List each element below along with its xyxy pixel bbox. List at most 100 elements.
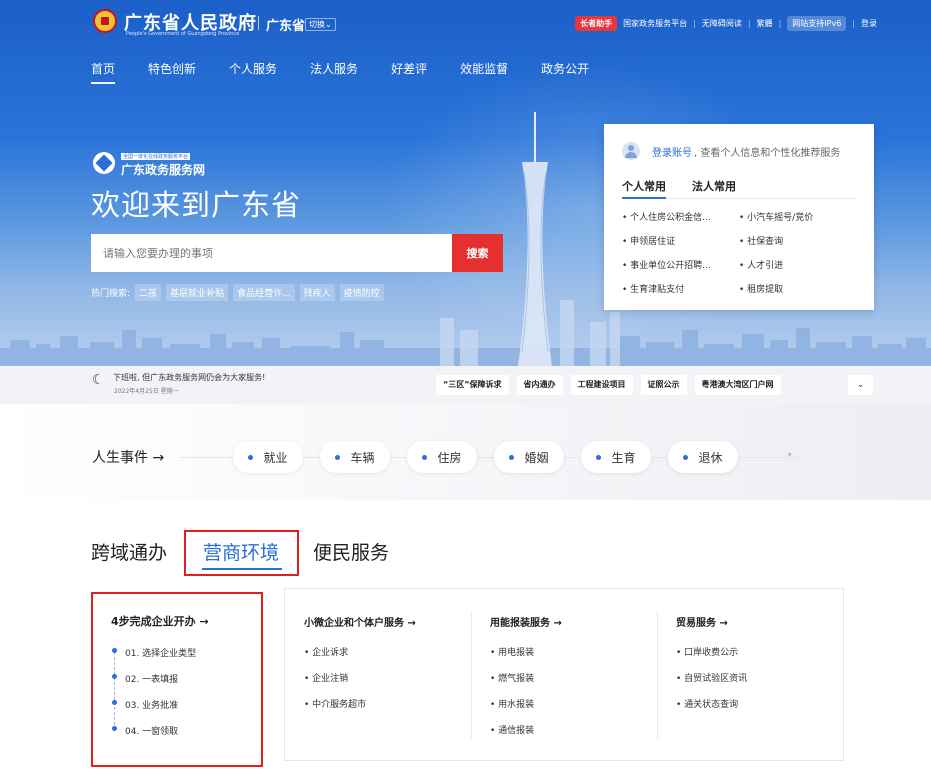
life-event-pill[interactable]: 婚姻 (494, 441, 564, 473)
life-event-label: 车辆 (350, 450, 375, 465)
service-list: 企业诉求 企业注销 中介服务超市 (304, 645, 366, 723)
common-service-link[interactable]: 小汽车摇号/竞价 (739, 210, 856, 223)
service-logo-text: 全国一体化在线政务服务平台 广东政务服务网 (121, 147, 205, 178)
nav-supervision[interactable]: 效能监督 (460, 60, 508, 84)
life-event-pill[interactable]: 车辆 (320, 441, 390, 473)
nav-rating[interactable]: 好差评 (391, 60, 427, 84)
common-service-link[interactable]: 事业单位公开招聘... (622, 258, 739, 271)
timeline-arrow-icon[interactable]: › (788, 450, 792, 460)
nav-personal[interactable]: 个人服务 (229, 60, 277, 84)
common-service-link[interactable]: 申领居住证 (622, 234, 739, 247)
province-label: 广东省 (266, 19, 306, 34)
tab-corporate-common[interactable]: 法人常用 (692, 178, 736, 194)
quick-link[interactable]: 工程建设项目 (570, 375, 633, 395)
login-account-link[interactable]: 登录账号 (652, 144, 692, 159)
common-service-link[interactable]: 人才引进 (739, 258, 856, 271)
quick-link[interactable]: “三区”保障诉求 (436, 375, 509, 395)
life-event-label: 生育 (611, 450, 636, 465)
highlight-box (91, 592, 263, 767)
login-prompt: 登录账号 , 查看个人信息和个性化推荐服务 (622, 142, 856, 160)
hot-tag[interactable]: 疫情防控 (339, 284, 384, 301)
notice-date: 2022年4月25日 星期一 (114, 388, 179, 395)
service-logo[interactable]: 全国一体化在线政务服务平台 广东政务服务网 (93, 147, 205, 178)
dot-icon (422, 454, 428, 460)
common-service-link[interactable]: 租房提取 (739, 282, 856, 295)
hot-tag[interactable]: 残疾人 (299, 284, 335, 301)
service-link[interactable]: 通信报装 (490, 723, 534, 749)
life-event-pill[interactable]: 生育 (581, 441, 651, 473)
divider: | (747, 19, 751, 28)
moon-icon: ☾ (92, 372, 105, 388)
divider (471, 611, 472, 739)
service-column-title[interactable]: 用能报装服务 → (490, 614, 562, 629)
tab-personal-common[interactable]: 个人常用 (622, 178, 666, 199)
nav-disclosure[interactable]: 政务公开 (541, 60, 589, 84)
common-service-link[interactable]: 生育津贴支付 (622, 282, 739, 295)
nav-corporate[interactable]: 法人服务 (310, 60, 358, 84)
service-link[interactable]: 中介服务超市 (304, 697, 366, 723)
notice-strip: ☾ 下班啦, 但广东政务服务网仍会为大家服务! 2022年4月25日 星期一 “… (0, 366, 931, 404)
hot-tag[interactable]: 基层就业补贴 (166, 284, 229, 301)
national-platform-link[interactable]: 国家政务服务平台 (623, 18, 687, 29)
life-events-title[interactable]: 人生事件 → (92, 447, 164, 467)
service-name: 广东政务服务网 (121, 163, 206, 177)
chevron-down-icon[interactable]: ⌄ (848, 375, 873, 395)
hot-tag[interactable]: 食品经营许... (233, 284, 295, 301)
life-event-label: 退休 (698, 450, 723, 465)
divider: | (852, 19, 855, 28)
service-column-title[interactable]: 小微企业和个体户服务 → (304, 614, 416, 629)
life-event-label: 住房 (437, 450, 462, 465)
highlight-box (184, 530, 299, 576)
traditional-chinese-link[interactable]: 繁體 (757, 18, 773, 29)
nav-home[interactable]: 首页 (91, 60, 116, 84)
search-bar: 搜索 (91, 234, 503, 272)
tab-public-services[interactable]: 便民服务 (313, 538, 389, 565)
quick-link[interactable]: 粤港澳大湾区门户网 (694, 375, 781, 395)
service-link[interactable]: 企业诉求 (304, 645, 366, 671)
divider (258, 16, 259, 30)
login-prompt-text: , 查看个人信息和个性化推荐服务 (694, 147, 841, 159)
dot-icon (335, 454, 341, 460)
quick-link[interactable]: 证照公示 (640, 375, 687, 395)
login-link[interactable]: 登录 (861, 18, 877, 29)
common-services-list: 个人住房公积金信... 小汽车摇号/竞价 申领居住证 社保查询 事业单位公开招聘… (622, 210, 856, 295)
search-input[interactable] (91, 234, 452, 272)
divider: | (693, 19, 696, 28)
service-link[interactable]: 通关状态查询 (676, 697, 747, 723)
service-link[interactable]: 用水报装 (490, 697, 534, 723)
top-bar: 广东省人民政府 People's Government of Guangdong… (0, 0, 931, 44)
dot-icon (683, 454, 689, 460)
service-link[interactable]: 燃气报装 (490, 671, 534, 697)
life-event-pill[interactable]: 住房 (407, 441, 477, 473)
dot-icon (509, 454, 515, 460)
elder-assistant-button[interactable]: 长者助手 (575, 16, 618, 31)
hot-tag[interactable]: 二孩 (135, 284, 162, 301)
tab-cross-region[interactable]: 跨域通办 (91, 538, 167, 565)
login-card: 登录账号 , 查看个人信息和个性化推荐服务 个人常用 法人常用 个人住房公积金信… (604, 124, 874, 310)
service-link[interactable]: 企业注销 (304, 671, 366, 697)
hot-search-label: 热门搜索: (91, 289, 131, 299)
dot-icon (596, 454, 602, 460)
service-link[interactable]: 自贸试验区资讯 (676, 671, 747, 697)
service-list: 用电报装 燃气报装 用水报装 通信报装 (490, 645, 534, 749)
national-emblem-icon (93, 9, 117, 33)
switch-region-button[interactable]: 切换⌄ (305, 18, 336, 31)
divider (657, 611, 658, 739)
common-service-link[interactable]: 个人住房公积金信... (622, 210, 739, 223)
welcome-heading: 欢迎来到广东省 (91, 188, 302, 222)
search-button[interactable]: 搜索 (452, 234, 503, 272)
common-service-link[interactable]: 社保查询 (739, 234, 856, 247)
nav-featured[interactable]: 特色创新 (148, 60, 196, 84)
life-event-pill[interactable]: 退休 (668, 441, 738, 473)
life-event-pill[interactable]: 就业 (233, 441, 303, 473)
common-tabs: 个人常用 法人常用 (622, 178, 856, 199)
avatar-icon (622, 142, 640, 160)
service-link[interactable]: 口岸收费公示 (676, 645, 747, 671)
service-column-title[interactable]: 贸易服务 → (676, 614, 728, 629)
top-links: 长者助手 国家政务服务平台 | 无障碍阅读 | 繁體 | 网站支持IPv6 | … (575, 16, 877, 31)
dot-icon (248, 454, 254, 460)
quick-link[interactable]: 省内通办 (516, 375, 563, 395)
accessibility-link[interactable]: 无障碍阅读 (702, 18, 742, 29)
service-link[interactable]: 用电报装 (490, 645, 534, 671)
service-list: 口岸收费公示 自贸试验区资讯 通关状态查询 (676, 645, 747, 723)
